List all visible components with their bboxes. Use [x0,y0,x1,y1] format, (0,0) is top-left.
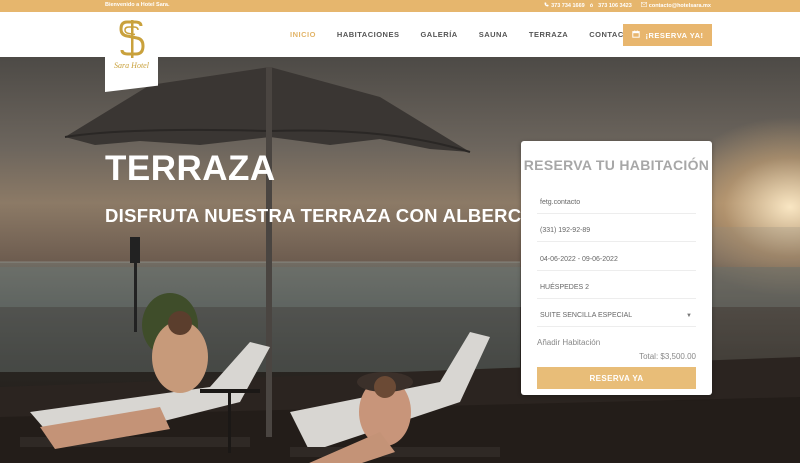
name-field[interactable]: fetg.contacto [537,192,696,214]
email-link[interactable]: contacto@hotelsara.mx [640,2,711,9]
add-room-link[interactable]: Añadir Habitación [537,338,600,347]
nav-item-inicio[interactable]: INICIO [290,30,316,39]
date-range-value: 04-06-2022 - 09-06-2022 [540,256,618,263]
phone-separator: ó [589,2,594,9]
phone-2[interactable]: 373 106 3423 [598,3,632,9]
email-text: contacto@hotelsara.mx [648,3,711,9]
top-info-bar: Bienvenido a Hotel Sara. 373 734 1669 ó … [0,0,800,12]
phone-icon [544,2,549,9]
phone-field[interactable]: (331) 192-92-89 [537,220,696,242]
phone-link[interactable]: 373 734 1669 [544,2,585,9]
guests-value: HUÉSPEDES 2 [540,284,590,291]
nav-item-sauna[interactable]: SAUNA [479,30,508,39]
phone-field-value: (331) 192-92-89 [540,227,591,234]
hero-subtitle: DISFRUTA NUESTRA TERRAZA CON ALBERCA [105,205,536,226]
welcome-text: Bienvenido a Hotel Sara. [105,2,170,8]
room-type-select[interactable]: SUITE SENCILLA ESPECIAL ▼ [537,305,696,327]
reserve-now-button[interactable]: ¡RESERVA YA! [623,24,712,46]
caret-down-icon: ▼ [686,312,692,319]
booking-form-card: RESERVA TU HABITACIÓN fetg.contacto (331… [521,141,712,395]
logo-text: Sara Hotel [114,61,149,70]
reserve-now-label: ¡RESERVA YA! [645,30,704,40]
booking-form-title: RESERVA TU HABITACIÓN [523,157,710,173]
email-icon [640,2,647,9]
calendar-icon [631,30,640,40]
phone-1: 373 734 1669 [551,3,585,9]
date-range-field[interactable]: 04-06-2022 - 09-06-2022 [537,249,696,271]
hotel-logo[interactable]: Sara Hotel [105,12,158,92]
nav-menu: INICIO HABITACIONES GALERÍA SAUNA TERRAZ… [290,12,656,57]
submit-reservation-button[interactable]: RESERVA YA [537,367,696,389]
name-field-value: fetg.contacto [540,199,581,206]
nav-item-habitaciones[interactable]: HABITACIONES [337,30,400,39]
room-type-value: SUITE SENCILLA ESPECIAL [540,312,633,319]
contact-info: 373 734 1669 ó 373 106 3423 contacto@hot… [544,2,711,9]
total-price: Total: $3,500.00 [639,352,696,361]
logo-monogram-icon [118,20,145,58]
nav-item-terraza[interactable]: TERRAZA [529,30,568,39]
hero-title: TERRAZA [105,149,276,188]
guests-field[interactable]: HUÉSPEDES 2 [537,277,696,299]
hero-section: TERRAZA DISFRUTA NUESTRA TERRAZA CON ALB… [0,57,800,463]
nav-item-galeria[interactable]: GALERÍA [420,30,457,39]
